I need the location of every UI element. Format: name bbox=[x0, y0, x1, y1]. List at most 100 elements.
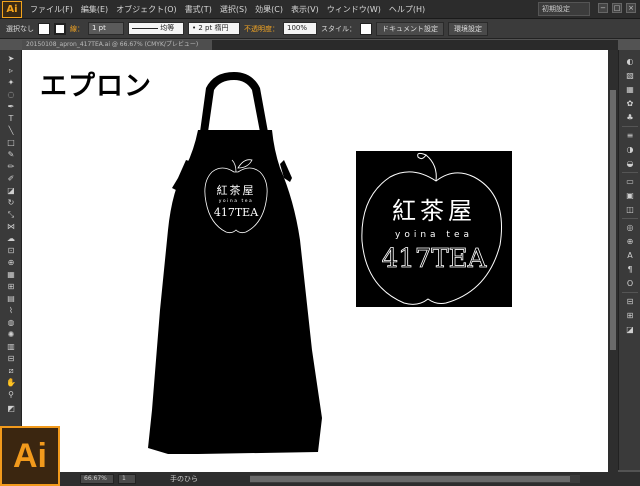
panel-separator bbox=[622, 292, 638, 293]
hand-tool-icon[interactable]: ✋ bbox=[5, 378, 17, 388]
layers-panel-icon[interactable]: ◫ bbox=[624, 204, 636, 215]
perspective-grid-tool-icon[interactable]: ▦ bbox=[5, 270, 17, 280]
selection-tool-icon[interactable]: ➤ bbox=[5, 54, 17, 64]
menu-help[interactable]: ヘルプ(H) bbox=[385, 4, 429, 15]
menu-select[interactable]: 選択(S) bbox=[216, 4, 251, 15]
apron-logo-sub: yoina tea bbox=[219, 198, 254, 204]
artboard-canvas[interactable]: エプロン 紅茶屋 yoina tea 417TEA 紅茶屋 yoina tea … bbox=[22, 50, 608, 472]
panel-separator bbox=[622, 172, 638, 173]
gradient-panel-icon[interactable]: ◑ bbox=[624, 144, 636, 155]
slice-tool-icon[interactable]: ⧄ bbox=[5, 366, 17, 376]
swatches-panel-icon[interactable]: ▦ bbox=[624, 84, 636, 95]
rectangle-tool-icon[interactable]: □ bbox=[5, 138, 17, 148]
eraser-tool-icon[interactable]: ◪ bbox=[5, 186, 17, 196]
menu-bar: Ai ファイル(F) 編集(E) オブジェクト(O) 書式(T) 選択(S) 効… bbox=[0, 0, 640, 19]
horizontal-scrollbar-thumb[interactable] bbox=[250, 476, 570, 482]
paintbrush-tool-icon[interactable]: ✎ bbox=[5, 150, 17, 160]
brushes-panel-icon[interactable]: ✿ bbox=[624, 98, 636, 109]
warp-tool-icon[interactable]: ☁ bbox=[5, 234, 17, 244]
menu-view[interactable]: 表示(V) bbox=[287, 4, 323, 15]
direct-selection-tool-icon[interactable]: ▹ bbox=[5, 66, 17, 76]
vertical-scrollbar[interactable] bbox=[608, 50, 618, 472]
navigator-panel-icon[interactable]: ◎ bbox=[624, 222, 636, 233]
magic-wand-tool-icon[interactable]: ✦ bbox=[5, 78, 17, 88]
transparency-panel-icon[interactable]: ◒ bbox=[624, 158, 636, 169]
type-tool-icon[interactable]: T bbox=[5, 114, 17, 124]
close-button[interactable]: × bbox=[626, 3, 636, 13]
stroke-swatch[interactable] bbox=[54, 22, 66, 35]
apron-logo-brand: 417TEA bbox=[214, 206, 259, 219]
document-tab[interactable]: 20150108_apron_417TEA.ai @ 66.67% (CMYK/… bbox=[22, 40, 212, 50]
stroke-panel-icon[interactable]: ≡ bbox=[624, 130, 636, 141]
apron-artwork[interactable]: 紅茶屋 yoina tea 417TEA 紅茶屋 yoina tea 417TE… bbox=[22, 50, 608, 472]
shape-builder-tool-icon[interactable]: ⊕ bbox=[5, 258, 17, 268]
pencil-tool-icon[interactable]: ✏ bbox=[5, 162, 17, 172]
gradient-tool-icon[interactable]: ▤ bbox=[5, 294, 17, 304]
pen-tool-icon[interactable]: ✒ bbox=[5, 102, 17, 112]
menu-file[interactable]: ファイル(F) bbox=[26, 4, 77, 15]
line-tool-icon[interactable]: ╲ bbox=[5, 126, 17, 136]
apron-body bbox=[148, 130, 322, 454]
stroke-label: 線： bbox=[70, 24, 84, 33]
selection-status: 選択なし bbox=[6, 24, 34, 33]
paragraph-panel-icon[interactable]: ¶ bbox=[624, 264, 636, 275]
stroke-profile-select[interactable]: 均等 bbox=[128, 22, 184, 35]
fill-swatch[interactable] bbox=[38, 22, 50, 35]
large-logo-kanji: 紅茶屋 bbox=[392, 197, 476, 225]
brush-select[interactable]: • 2 pt 楕円 bbox=[188, 22, 240, 35]
logo-black-square bbox=[356, 151, 512, 307]
scale-tool-icon[interactable]: ⤡ bbox=[5, 210, 17, 220]
status-bar: 66.67% 1 手のひら bbox=[60, 472, 640, 486]
zoom-field[interactable]: 66.67% bbox=[80, 474, 114, 484]
stroke-profile-line-icon bbox=[132, 27, 158, 29]
right-panel-dock: ◐ ▧ ▦ ✿ ♣ ≡ ◑ ◒ ▭ ▣ ◫ ◎ ⊕ A ¶ O ⊟ ⊞ ◪ bbox=[618, 50, 640, 470]
mesh-tool-icon[interactable]: ⊞ bbox=[5, 282, 17, 292]
document-setup-button[interactable]: ドキュメント設定 bbox=[376, 21, 444, 36]
align-panel-icon[interactable]: ⊟ bbox=[624, 296, 636, 307]
preferences-button[interactable]: 環境設定 bbox=[448, 21, 488, 36]
lasso-tool-icon[interactable]: ◌ bbox=[5, 90, 17, 100]
menu-window[interactable]: ウィンドウ(W) bbox=[323, 4, 385, 15]
symbols-panel-icon[interactable]: ♣ bbox=[624, 112, 636, 123]
workspace-switcher[interactable]: 初期設定 bbox=[538, 2, 590, 16]
horizontal-scrollbar[interactable] bbox=[250, 475, 580, 483]
vertical-scrollbar-thumb[interactable] bbox=[610, 90, 616, 350]
color-panel-icon[interactable]: ◐ bbox=[624, 56, 636, 67]
brush-dot-icon: • bbox=[192, 24, 197, 32]
maximize-button[interactable]: □ bbox=[612, 3, 622, 13]
graphic-styles-panel-icon[interactable]: ▣ bbox=[624, 190, 636, 201]
zoom-tool-icon[interactable]: ⚲ bbox=[5, 390, 17, 400]
stroke-weight-field[interactable]: 1 pt bbox=[88, 22, 124, 35]
artboard-tool-icon[interactable]: ⊟ bbox=[5, 354, 17, 364]
appearance-panel-icon[interactable]: ▭ bbox=[624, 176, 636, 187]
menu-object[interactable]: オブジェクト(O) bbox=[112, 4, 181, 15]
artboard-nav-field[interactable]: 1 bbox=[118, 474, 136, 484]
menu-edit[interactable]: 編集(E) bbox=[77, 4, 112, 15]
width-tool-icon[interactable]: ⋈ bbox=[5, 222, 17, 232]
color-guide-icon[interactable]: ▧ bbox=[624, 70, 636, 81]
symbol-sprayer-tool-icon[interactable]: ✺ bbox=[5, 330, 17, 340]
free-transform-tool-icon[interactable]: ⊡ bbox=[5, 246, 17, 256]
tools-panel: ➤ ▹ ✦ ◌ ✒ T ╲ □ ✎ ✏ ✐ ◪ ↻ ⤡ ⋈ ☁ ⊡ ⊕ ▦ ⊞ … bbox=[0, 50, 22, 430]
character-panel-icon[interactable]: A bbox=[624, 250, 636, 261]
eyedropper-tool-icon[interactable]: ⌇ bbox=[5, 306, 17, 316]
menu-type[interactable]: 書式(T) bbox=[181, 4, 216, 15]
graphic-style-swatch[interactable] bbox=[360, 22, 372, 35]
opacity-label[interactable]: 不透明度： bbox=[244, 24, 279, 34]
panel-separator bbox=[622, 126, 638, 127]
info-panel-icon[interactable]: ⊕ bbox=[624, 236, 636, 247]
large-logo-brand: 417TEA bbox=[382, 244, 488, 274]
minimize-button[interactable]: − bbox=[598, 3, 608, 13]
menu-effect[interactable]: 効果(C) bbox=[251, 4, 287, 15]
opentype-panel-icon[interactable]: O bbox=[624, 278, 636, 289]
opacity-field[interactable]: 100% bbox=[283, 22, 317, 35]
pathfinder-panel-icon[interactable]: ◪ bbox=[624, 324, 636, 335]
app-logo-icon: Ai bbox=[2, 0, 22, 18]
column-graph-tool-icon[interactable]: ▥ bbox=[5, 342, 17, 352]
fill-stroke-swatches-icon[interactable]: ◩ bbox=[5, 404, 17, 414]
blend-tool-icon[interactable]: ◍ bbox=[5, 318, 17, 328]
blob-brush-tool-icon[interactable]: ✐ bbox=[5, 174, 17, 184]
transform-panel-icon[interactable]: ⊞ bbox=[624, 310, 636, 321]
control-bar: 選択なし 線： 1 pt 均等 • 2 pt 楕円 不透明度： 100% スタイ… bbox=[0, 19, 640, 39]
rotate-tool-icon[interactable]: ↻ bbox=[5, 198, 17, 208]
